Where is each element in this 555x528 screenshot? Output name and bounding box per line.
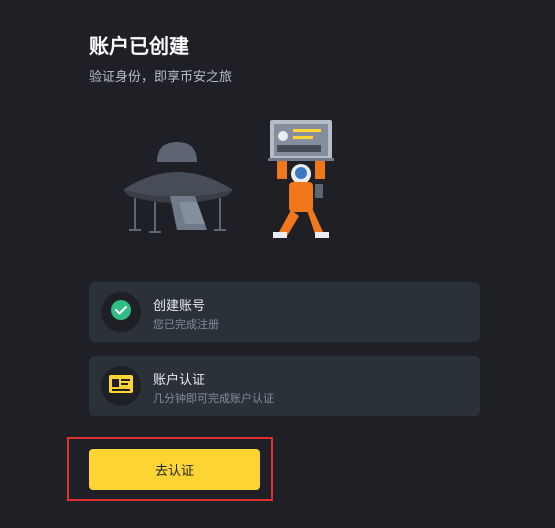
page-title: 账户已创建 [89, 34, 189, 58]
step-description: 几分钟即可完成账户认证 [153, 392, 274, 405]
onboarding-illustration [115, 112, 345, 252]
step-card-verify-account: 账户认证 几分钟即可完成账户认证 [89, 356, 480, 416]
id-card-icon [109, 375, 133, 397]
page-subtitle: 验证身份，即享币安之旅 [89, 70, 233, 85]
step-icon-container [101, 292, 141, 332]
verify-button[interactable]: 去认证 [89, 449, 260, 490]
ufo-illustration [123, 142, 233, 233]
step-icon-container [101, 366, 141, 406]
step-title: 账户认证 [153, 373, 206, 388]
astronaut-illustration [268, 120, 334, 238]
step-title: 创建账号 [153, 299, 206, 314]
check-circle-icon [110, 299, 132, 325]
step-description: 您已完成注册 [153, 318, 219, 331]
step-card-create-account: 创建账号 您已完成注册 [89, 282, 480, 342]
